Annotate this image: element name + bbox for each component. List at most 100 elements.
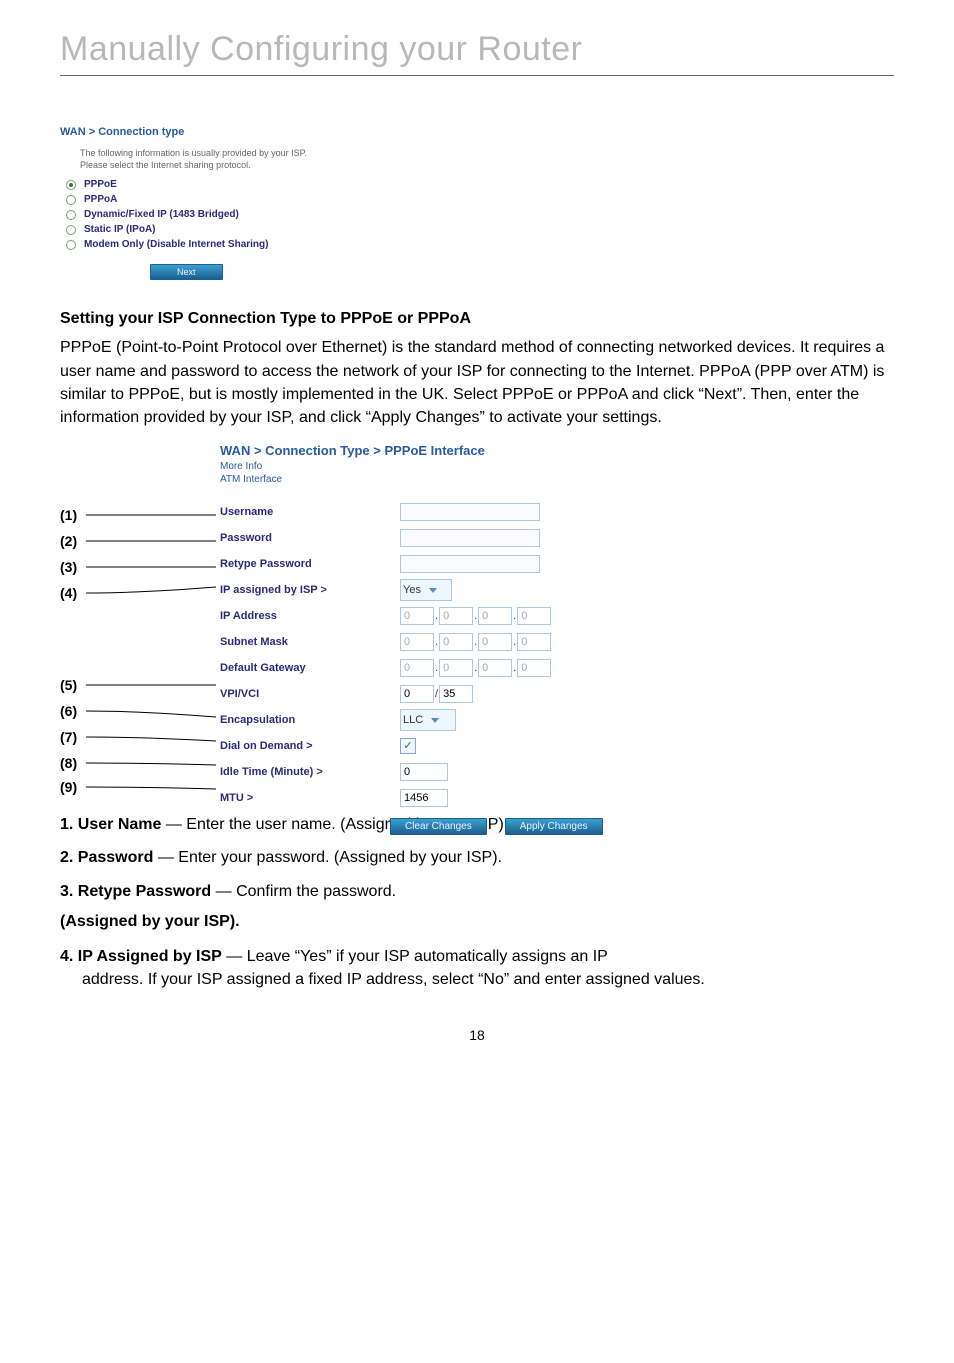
item-3: 3. Retype Password — Confirm the passwor…	[60, 880, 894, 903]
callout-9: (9)	[60, 779, 77, 795]
ip-dot: .	[474, 662, 477, 674]
radio-icon[interactable]	[66, 210, 76, 220]
breadcrumb: WAN > Connection type	[60, 126, 440, 138]
sub-links: More Info ATM Interface	[220, 460, 700, 486]
section-heading: Setting your ISP Connection Type to PPPo…	[60, 310, 894, 328]
subnet-octet-4[interactable]	[517, 633, 551, 651]
ip-dot: .	[474, 636, 477, 648]
mtu-input[interactable]	[400, 789, 448, 807]
label-subnet: Subnet Mask	[220, 636, 400, 648]
ip-assigned-select[interactable]: Yes	[400, 579, 452, 601]
ip-dot: .	[435, 636, 438, 648]
radio-icon[interactable]	[66, 180, 76, 190]
subnet-octet-3[interactable]	[478, 633, 512, 651]
item-3-note: (Assigned by your ISP).	[60, 913, 894, 931]
section-paragraph: PPPoE (Point-to-Point Protocol over Ethe…	[60, 336, 894, 429]
radio-icon[interactable]	[66, 225, 76, 235]
subnet-octet-1[interactable]	[400, 633, 434, 651]
vci-input[interactable]	[439, 685, 473, 703]
ip-dot: .	[474, 610, 477, 622]
radio-row-modem-only[interactable]: Modem Only (Disable Internet Sharing)	[66, 239, 440, 250]
vpi-input[interactable]	[400, 685, 434, 703]
radio-row-static[interactable]: Static IP (IPoA)	[66, 224, 440, 235]
row-gateway: Default Gateway . . .	[220, 656, 700, 680]
label-ip-assigned: IP assigned by ISP >	[220, 584, 400, 596]
select-value: Yes	[403, 584, 421, 596]
ip-dot: .	[513, 636, 516, 648]
ip-dot: .	[435, 662, 438, 674]
apply-changes-button[interactable]: Apply Changes	[505, 818, 603, 835]
retype-password-input[interactable]	[400, 555, 540, 573]
row-password: Password	[220, 526, 700, 550]
page-number: 18	[60, 1027, 894, 1043]
instruction-text: The following information is usually pro…	[80, 148, 440, 171]
callout-7: (7)	[60, 729, 77, 745]
item-3-body: — Confirm the password.	[211, 883, 396, 900]
link-more-info[interactable]: More Info	[220, 460, 700, 473]
row-mtu: MTU >	[220, 786, 700, 810]
dial-on-demand-checkbox[interactable]: ✓	[400, 738, 416, 754]
radio-icon[interactable]	[66, 195, 76, 205]
row-username: Username	[220, 500, 700, 524]
label-username: Username	[220, 506, 400, 518]
instruction-line2: Please select the Internet sharing proto…	[80, 160, 440, 172]
item-4: 4. IP Assigned by ISP — Leave “Yes” if y…	[60, 945, 894, 991]
radio-row-dynamic[interactable]: Dynamic/Fixed IP (1483 Bridged)	[66, 209, 440, 220]
select-value: LLC	[403, 714, 423, 726]
ip-octet-4[interactable]	[517, 607, 551, 625]
next-button[interactable]: Next	[150, 264, 223, 280]
radio-row-pppoa[interactable]: PPPoA	[66, 194, 440, 205]
ip-dot: .	[435, 610, 438, 622]
gateway-octet-2[interactable]	[439, 659, 473, 677]
link-atm-interface[interactable]: ATM Interface	[220, 473, 700, 486]
encapsulation-select[interactable]: LLC	[400, 709, 456, 731]
item-1-title: 1. User Name	[60, 816, 161, 833]
item-2: 2. Password — Enter your password. (Assi…	[60, 846, 894, 869]
ip-dot: .	[513, 610, 516, 622]
callout-3: (3)	[60, 559, 77, 575]
gateway-octet-3[interactable]	[478, 659, 512, 677]
radio-label: Static IP (IPoA)	[84, 224, 156, 235]
callout-1: (1)	[60, 507, 77, 523]
clear-changes-button[interactable]: Clear Changes	[390, 818, 487, 835]
gateway-octet-4[interactable]	[517, 659, 551, 677]
idle-time-input[interactable]	[400, 763, 448, 781]
ip-octet-3[interactable]	[478, 607, 512, 625]
password-input[interactable]	[400, 529, 540, 547]
radio-row-pppoe[interactable]: PPPoE	[66, 179, 440, 190]
label-dial-on-demand: Dial on Demand >	[220, 740, 400, 752]
row-dial-on-demand: Dial on Demand > ✓	[220, 734, 700, 758]
callout-lines	[86, 443, 226, 793]
callout-5: (5)	[60, 677, 77, 693]
item-4-title: 4. IP Assigned by ISP	[60, 948, 222, 965]
subnet-octet-2[interactable]	[439, 633, 473, 651]
instruction-line1: The following information is usually pro…	[80, 148, 440, 160]
row-ip-assigned: IP assigned by ISP > Yes	[220, 578, 700, 602]
breadcrumb: WAN > Connection Type > PPPoE Interface	[220, 443, 700, 458]
label-password: Password	[220, 532, 400, 544]
callout-6: (6)	[60, 703, 77, 719]
item-3-title: 3. Retype Password	[60, 883, 211, 900]
vpi-vci-sep: /	[435, 688, 438, 700]
gateway-octet-1[interactable]	[400, 659, 434, 677]
ip-dot: .	[513, 662, 516, 674]
row-subnet: Subnet Mask . . .	[220, 630, 700, 654]
ip-octet-2[interactable]	[439, 607, 473, 625]
callout-4: (4)	[60, 585, 77, 601]
page-title: Manually Configuring your Router	[60, 30, 894, 69]
label-encapsulation: Encapsulation	[220, 714, 400, 726]
label-idle-time: Idle Time (Minute) >	[220, 766, 400, 778]
row-idle: Idle Time (Minute) >	[220, 760, 700, 784]
item-2-body: — Enter your password. (Assigned by your…	[153, 849, 502, 866]
radio-icon[interactable]	[66, 240, 76, 250]
radio-label: PPPoE	[84, 179, 117, 190]
item-4-body-line1: — Leave “Yes” if your ISP automatically …	[222, 948, 608, 965]
radio-label: PPPoA	[84, 194, 117, 205]
label-retype: Retype Password	[220, 558, 400, 570]
screenshot-pppoe-interface: (1) (2) (3) (4) (5) (6) (7) (8) (9) WAN …	[60, 443, 700, 793]
label-gateway: Default Gateway	[220, 662, 400, 674]
title-rule	[60, 75, 894, 76]
ip-octet-1[interactable]	[400, 607, 434, 625]
screenshot-wan-connection-type: WAN > Connection type The following info…	[60, 126, 440, 280]
username-input[interactable]	[400, 503, 540, 521]
